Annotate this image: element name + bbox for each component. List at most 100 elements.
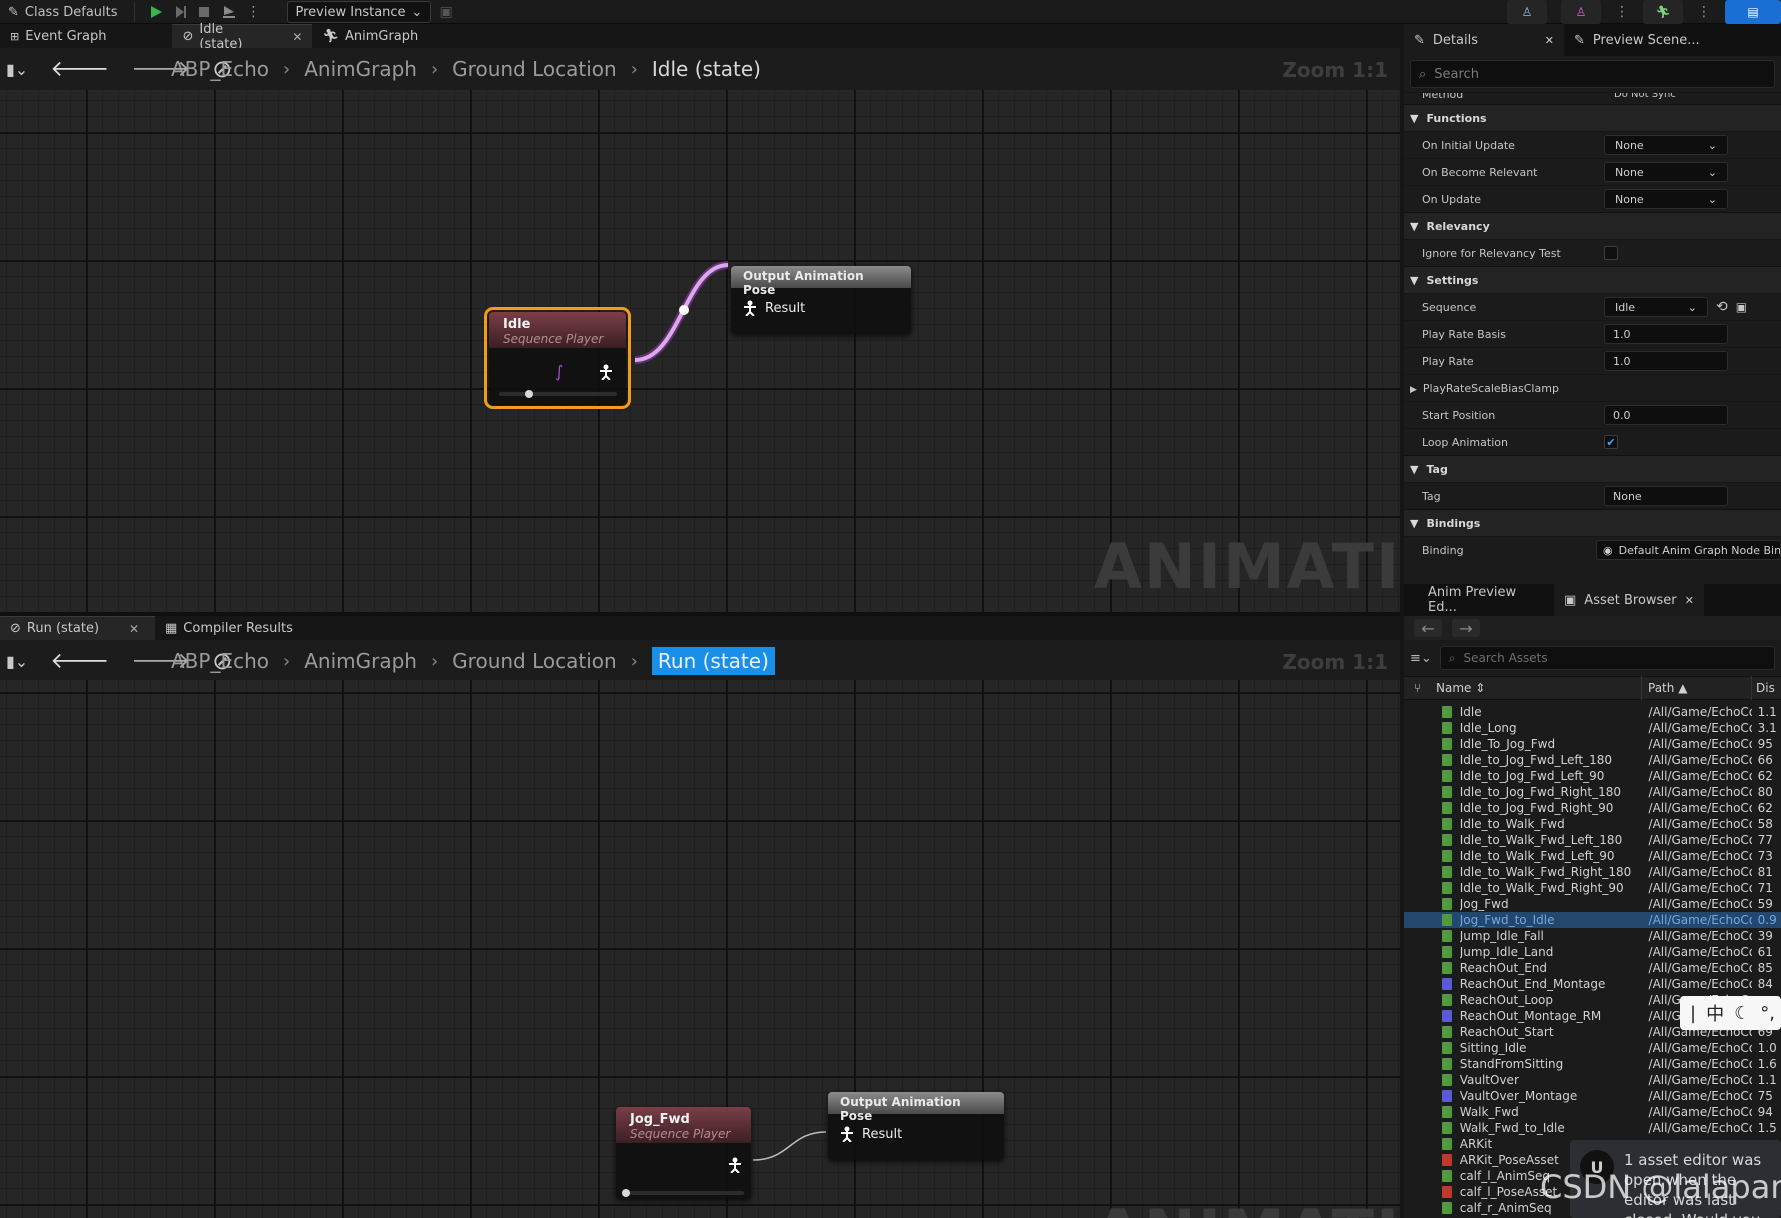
asset-row[interactable]: Idle_to_Walk_Fwd_Left_180/All/Game/EchoC… <box>1404 832 1781 848</box>
category-functions[interactable]: ▼ Functions <box>1404 104 1781 131</box>
forward-arrow-icon[interactable]: → <box>1452 619 1480 638</box>
run-state-graph-canvas[interactable]: Jog_Fwd Sequence Player Output Animation… <box>0 680 1400 1218</box>
breadcrumb-item[interactable]: ABP_Echo <box>165 647 275 675</box>
blueprint-mode-button[interactable]: ▤ <box>1725 0 1781 24</box>
play-rate-basis-input[interactable]: 1.0 <box>1604 324 1728 344</box>
output-animation-pose-node[interactable]: Output Animation Pose Result <box>828 1092 1004 1160</box>
asset-row[interactable]: VaultOver_Montage/All/Game/EchoCombat 75 <box>1404 1088 1781 1104</box>
pose-output-pin-icon[interactable] <box>728 1157 742 1173</box>
tab-asset-browser[interactable]: ▣ Asset Browser ✕ <box>1554 584 1704 616</box>
use-selected-icon[interactable]: ⟲ <box>1716 299 1728 315</box>
loop-animation-checkbox[interactable]: ✔ <box>1604 435 1618 449</box>
on-initial-update-dropdown[interactable]: None ⌄ <box>1604 135 1728 155</box>
column-distance[interactable]: Dis <box>1752 681 1775 695</box>
column-name[interactable]: Name ⇕ <box>1434 676 1642 700</box>
asset-row[interactable]: Sitting_Idle/All/Game/EchoCombat 1.0 <box>1404 1040 1781 1056</box>
column-path[interactable]: Path ▲ <box>1642 676 1752 700</box>
tab-compiler-results[interactable]: ▦ Compiler Results <box>155 616 303 640</box>
category-bindings[interactable]: ▼ Bindings <box>1404 509 1781 536</box>
close-icon[interactable]: ✕ <box>1545 34 1554 47</box>
prop-value[interactable]: Do Not Sync <box>1614 93 1676 100</box>
ignore-relevancy-checkbox[interactable] <box>1604 246 1618 260</box>
sequence-player-node[interactable]: Idle Sequence Player ∫ <box>484 307 631 409</box>
tab-preview-scene[interactable]: ✎ Preview Scene... <box>1564 24 1710 56</box>
preview-instance-dropdown[interactable]: Preview Instance ⌄ <box>286 1 432 23</box>
asset-row[interactable]: ReachOut_End_Montage/All/Game/EchoCombat… <box>1404 976 1781 992</box>
asset-row[interactable]: Idle_to_Jog_Fwd_Right_180/All/Game/EchoC… <box>1404 784 1781 800</box>
debug-filter-icon[interactable]: ▣ <box>439 4 452 20</box>
class-defaults-button[interactable]: ✎ Class Defaults <box>0 1 126 23</box>
sequence-player-node[interactable]: Jog_Fwd Sequence Player <box>616 1107 751 1199</box>
asset-row[interactable]: Jump_Idle_Fall/All/Game/EchoCombat 39 <box>1404 928 1781 944</box>
asset-row[interactable]: Jog_Fwd_to_Idle/All/Game/EchoCombat 0.9 <box>1404 912 1781 928</box>
category-settings[interactable]: ▼ Settings <box>1404 266 1781 293</box>
play-rate-input[interactable]: 1.0 <box>1604 351 1728 371</box>
mode-options-icon[interactable]: ⋮ <box>1615 4 1629 20</box>
asset-row[interactable]: Idle_to_Jog_Fwd_Right_90/All/Game/EchoCo… <box>1404 800 1781 816</box>
breadcrumb-item[interactable]: Ground Location <box>446 55 623 83</box>
asset-row[interactable]: Walk_Fwd_to_Idle/All/Game/EchoCombat 1.5 <box>1404 1120 1781 1136</box>
prop-play-rate-clamp[interactable]: ▶ PlayRateScaleBiasClamp <box>1404 374 1781 401</box>
asset-search-input[interactable]: ⌕ Search Assets <box>1439 646 1775 670</box>
close-icon[interactable]: ✕ <box>1685 594 1694 607</box>
category-tag[interactable]: ▼ Tag <box>1404 455 1781 482</box>
close-icon[interactable]: ✕ <box>129 622 139 636</box>
moon-icon[interactable]: ☾ <box>1734 1003 1750 1024</box>
asset-row[interactable]: Jump_Idle_Land/All/Game/EchoCombat 61 <box>1404 944 1781 960</box>
breadcrumb-current[interactable]: Idle (state) <box>646 55 767 83</box>
anim-options-icon[interactable]: ⋮ <box>1697 4 1711 20</box>
asset-row[interactable]: Idle_to_Walk_Fwd_Right_180/All/Game/Echo… <box>1404 864 1781 880</box>
animation-mode-button[interactable]: 🏃︎ <box>1643 0 1683 24</box>
skeleton-mode-button[interactable]: ♙ <box>1507 0 1547 24</box>
play-icon[interactable] <box>149 5 163 19</box>
asset-row[interactable]: StandFromSitting/All/Game/EchoCombat 1.6 <box>1404 1056 1781 1072</box>
asset-row[interactable]: Idle_to_Walk_Fwd_Right_90/All/Game/EchoC… <box>1404 880 1781 896</box>
column-options-icon[interactable]: ⑂ <box>1404 681 1434 695</box>
asset-row[interactable]: Idle/All/Game/EchoCombat 1.1 <box>1404 704 1781 720</box>
close-icon[interactable]: ✕ <box>292 30 302 44</box>
breadcrumb-item[interactable]: AnimGraph <box>298 55 423 83</box>
tab-run-state[interactable]: ⊘ Run (state) ✕ <box>0 616 155 640</box>
details-search-input[interactable]: ⌕ Search <box>1410 60 1775 88</box>
back-arrow-icon[interactable]: 🡐 <box>50 56 109 82</box>
tab-anim-preview-editor[interactable]: Anim Preview Ed... <box>1404 584 1554 616</box>
asset-row[interactable]: Idle_Long/All/Game/EchoCombat 3.1 <box>1404 720 1781 736</box>
idle-state-graph-canvas[interactable]: Idle Sequence Player ∫ Output Animation … <box>0 90 1400 612</box>
punctuation-icon[interactable]: °, <box>1760 1003 1775 1024</box>
category-relevancy[interactable]: ▼ Relevancy <box>1404 212 1781 239</box>
asset-row[interactable]: Idle_to_Walk_Fwd/All/Game/EchoCombat 58 <box>1404 816 1781 832</box>
eject-icon[interactable] <box>221 5 237 19</box>
mesh-mode-button[interactable]: ♙ <box>1561 0 1601 24</box>
on-update-dropdown[interactable]: None ⌄ <box>1604 189 1728 209</box>
sequence-dropdown[interactable]: Idle ⌄ <box>1604 297 1708 317</box>
bookmark-icon[interactable]: ▮⌄ <box>6 60 28 79</box>
breadcrumb-current[interactable]: Run (state) <box>651 647 775 675</box>
tab-event-graph[interactable]: ⊞ Event Graph <box>0 24 116 48</box>
tab-idle-state[interactable]: ⊘ Idle (state) ✕ <box>172 22 313 52</box>
ime-cursor-icon[interactable]: | <box>1690 1003 1696 1024</box>
asset-row[interactable]: Idle_to_Walk_Fwd_Left_90/All/Game/EchoCo… <box>1404 848 1781 864</box>
start-position-input[interactable]: 0.0 <box>1604 405 1728 425</box>
bookmark-icon[interactable]: ▮⌄ <box>6 652 28 671</box>
asset-row[interactable]: Walk_Fwd/All/Game/EchoCombat 94 <box>1404 1104 1781 1120</box>
breadcrumb-item[interactable]: Ground Location <box>446 647 623 675</box>
asset-row[interactable]: Idle_To_Jog_Fwd/All/Game/EchoCombat 95 <box>1404 736 1781 752</box>
filter-icon[interactable]: ≡⌄ <box>1410 651 1432 666</box>
ime-language-toggle[interactable]: 中 <box>1706 1000 1724 1026</box>
playback-slider-knob[interactable] <box>525 390 533 398</box>
playback-slider-knob[interactable] <box>622 1189 630 1197</box>
browse-icon[interactable]: ▣ <box>1736 300 1747 314</box>
asset-row[interactable]: Idle_to_Jog_Fwd_Left_90/All/Game/EchoCom… <box>1404 768 1781 784</box>
asset-row[interactable]: Jog_Fwd/All/Game/EchoCombat 59 <box>1404 896 1781 912</box>
tab-animgraph[interactable]: 🏃︎ AnimGraph <box>312 24 428 48</box>
asset-row[interactable]: Idle_to_Jog_Fwd_Left_180/All/Game/EchoCo… <box>1404 752 1781 768</box>
tag-input[interactable]: None <box>1604 486 1728 506</box>
back-arrow-icon[interactable]: ← <box>1414 619 1442 638</box>
back-arrow-icon[interactable]: 🡐 <box>50 648 109 674</box>
output-animation-pose-node[interactable]: Output Animation Pose Result <box>731 266 911 334</box>
binding-dropdown[interactable]: ◉ Default Anim Graph Node Binding <box>1596 540 1781 560</box>
stop-icon[interactable] <box>197 5 211 19</box>
breadcrumb-item[interactable]: AnimGraph <box>298 647 423 675</box>
asset-row[interactable]: ReachOut_End/All/Game/EchoCombat 85 <box>1404 960 1781 976</box>
playback-slider[interactable] <box>624 1191 744 1195</box>
